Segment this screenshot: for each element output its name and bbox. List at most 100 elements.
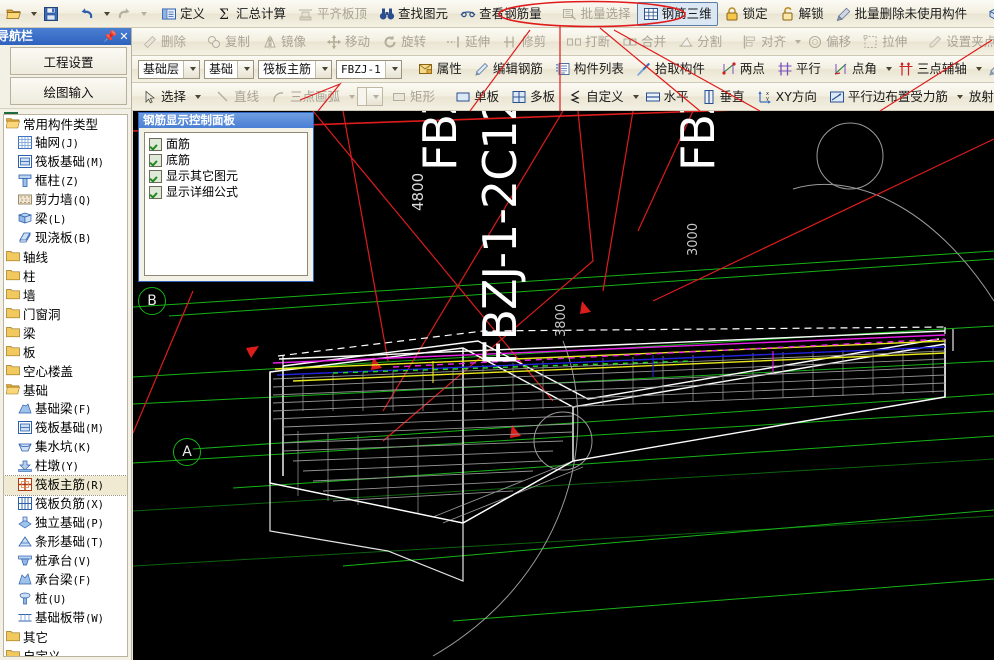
tree-item-8[interactable]: 柱 [4,267,127,286]
parallel-edge-caret-icon[interactable] [956,94,963,99]
unlock-button[interactable]: 解锁 [774,2,830,26]
point-angle-button[interactable]: 点角 [827,57,883,81]
component-list-button[interactable]: 构件列表 [549,57,630,81]
move-button[interactable]: 移动 [320,30,376,54]
tree-item-19[interactable]: 筏板主筋(R) [4,475,127,496]
tree-item-13[interactable]: 空心楼盖 [4,362,127,381]
offset-button[interactable]: 偏移 [801,30,857,54]
tree-item-18[interactable]: 柱墩(Y) [4,457,127,476]
checkbox-0[interactable] [149,138,162,151]
three-point-axis-button[interactable]: 三点辅轴 [892,57,973,81]
stretch-button[interactable]: 拉伸 [857,30,913,54]
tree-item-20[interactable]: 筏板负筋(X) [4,495,127,514]
line-tool-button[interactable]: 直线 [209,85,265,109]
chevron-down-icon[interactable] [384,60,401,78]
rebar-display-control-panel[interactable]: 钢筋显示控制面板 面筋 底筋 显示其它图元 显示详细公式 [138,112,314,282]
three-point-arc-button[interactable]: 三点画弧 [265,85,346,109]
select-caret-icon[interactable] [195,94,202,99]
chevron-down-icon[interactable] [183,60,200,78]
tree-item-9[interactable]: 墙 [4,286,127,305]
tree-item-3[interactable]: 框柱(Z) [4,172,127,191]
find-element-button[interactable]: 查找图元 [373,2,454,26]
tree-item-7[interactable]: 轴线 [4,248,127,267]
arc-caret-icon[interactable] [349,94,356,99]
tree-item-26[interactable]: 基础板带(W) [4,609,127,628]
tree-item-12[interactable]: 板 [4,343,127,362]
drawing-input-button[interactable]: 绘图输入 [10,77,127,105]
chevron-down-icon[interactable] [315,60,332,78]
component-combo[interactable]: FBZJ-1 [336,59,402,79]
batch-delete-unused-button[interactable]: 批量删除未使用构件 [830,2,974,26]
floor-combo[interactable]: 基础层 [138,59,201,79]
extend-button[interactable]: 延伸 [440,30,496,54]
tree-item-2[interactable]: 筏板基础(M) [4,153,127,172]
tree-item-24[interactable]: 承台梁(F) [4,571,127,590]
set-grip-point-button[interactable]: 设置夹点 [921,30,994,54]
select-tool-button[interactable]: 选择 [136,85,192,109]
vertical-button[interactable]: 垂直 [695,85,751,109]
pin-icon[interactable]: 📌 [103,28,117,45]
tree-item-5[interactable]: 梁(L) [4,210,127,229]
lock-button[interactable]: 锁定 [718,2,774,26]
break-button[interactable]: 打断 [560,30,616,54]
tree-item-21[interactable]: 独立基础(P) [4,514,127,533]
custom-shape-button[interactable]: 自定义 [561,85,630,109]
checkbox-row-0[interactable]: 面筋 [149,137,307,152]
single-slab-button[interactable]: 单板 [449,85,505,109]
delete-aux-axis-button[interactable]: 删 [982,57,994,81]
tree-item-17[interactable]: 集水坑(K) [4,438,127,457]
tree-item-6[interactable]: 现浇板(B) [4,229,127,248]
save-button[interactable] [37,2,65,26]
batch-select-button[interactable]: 批量选择 [556,2,637,26]
tree-item-27[interactable]: 其它 [4,628,127,647]
horizontal-button[interactable]: 水平 [639,85,695,109]
component-type-combo[interactable]: 筏板主筋 [258,59,333,79]
split-button[interactable]: 分割 [672,30,728,54]
tree-item-23[interactable]: 桩承台(V) [4,552,127,571]
three-d-view-button[interactable]: 三维 [981,2,994,26]
two-point-button[interactable]: 两点 [715,57,771,81]
radial-rebar-button[interactable]: 放射筋 [963,85,994,109]
xy-direction-button[interactable]: xy XY方向 [751,85,823,109]
tree-item-0[interactable]: 常用构件类型 [4,115,127,134]
project-settings-button[interactable]: 工程设置 [10,47,127,75]
draw-style-combo[interactable] [357,87,384,106]
tree-item-14[interactable]: 基础 [4,381,127,400]
checkbox-row-2[interactable]: 显示其它图元 [149,169,307,184]
summary-calc-button[interactable]: Σ 汇总计算 [211,2,292,26]
tree-item-1[interactable]: 轴网(J) [4,134,127,153]
custom-caret-icon[interactable] [632,94,639,99]
tree-item-11[interactable]: 梁 [4,324,127,343]
copy-button[interactable]: 复制 [200,30,256,54]
close-icon[interactable]: ✕ [117,28,131,45]
tree-item-10[interactable]: 门窗洞 [4,305,127,324]
checkbox-row-3[interactable]: 显示详细公式 [149,185,307,200]
component-tree[interactable]: 常用构件类型 轴网(J) 筏板基础(M) 框柱(Z) 剪力墙(Q) 梁(L) 现浇板(B) 轴… [3,114,128,657]
property-button[interactable]: 属性 [412,57,468,81]
edit-rebar-button[interactable]: 编辑钢筋 [468,57,549,81]
tree-item-22[interactable]: 条形基础(T) [4,533,127,552]
mirror-button[interactable]: 镜像 [256,30,312,54]
checkbox-2[interactable] [149,170,162,183]
tree-item-25[interactable]: 桩(U) [4,590,127,609]
redo-button[interactable] [110,2,138,26]
tree-item-28[interactable]: 自定义 [4,647,127,656]
checkbox-row-1[interactable]: 底筋 [149,153,307,168]
chevron-down-icon[interactable] [237,60,254,78]
pick-component-button[interactable]: 拾取构件 [630,57,711,81]
redo-caret-icon[interactable] [141,11,147,16]
merge-button[interactable]: 合并 [616,30,672,54]
parallel-button[interactable]: 平行 [771,57,827,81]
delete-button[interactable]: 删除 [136,30,192,54]
chevron-down-icon[interactable] [366,88,383,105]
rebar-3d-button[interactable]: 钢筋三维 [636,1,718,26]
checkbox-3[interactable] [149,186,162,199]
rectangle-tool-button[interactable]: 矩形 [385,85,441,109]
define-button[interactable]: 定义 [155,2,211,26]
align-slab-top-button[interactable]: 平齐板顶 [292,2,373,26]
tree-item-4[interactable]: 剪力墙(Q) [4,191,127,210]
parallel-edge-rebar-button[interactable]: 平行边布置受力筋 [823,85,954,109]
tree-item-15[interactable]: 基础梁(F) [4,400,127,419]
rotate-button[interactable]: 旋转 [376,30,432,54]
category-combo[interactable]: 基础 [204,59,255,79]
